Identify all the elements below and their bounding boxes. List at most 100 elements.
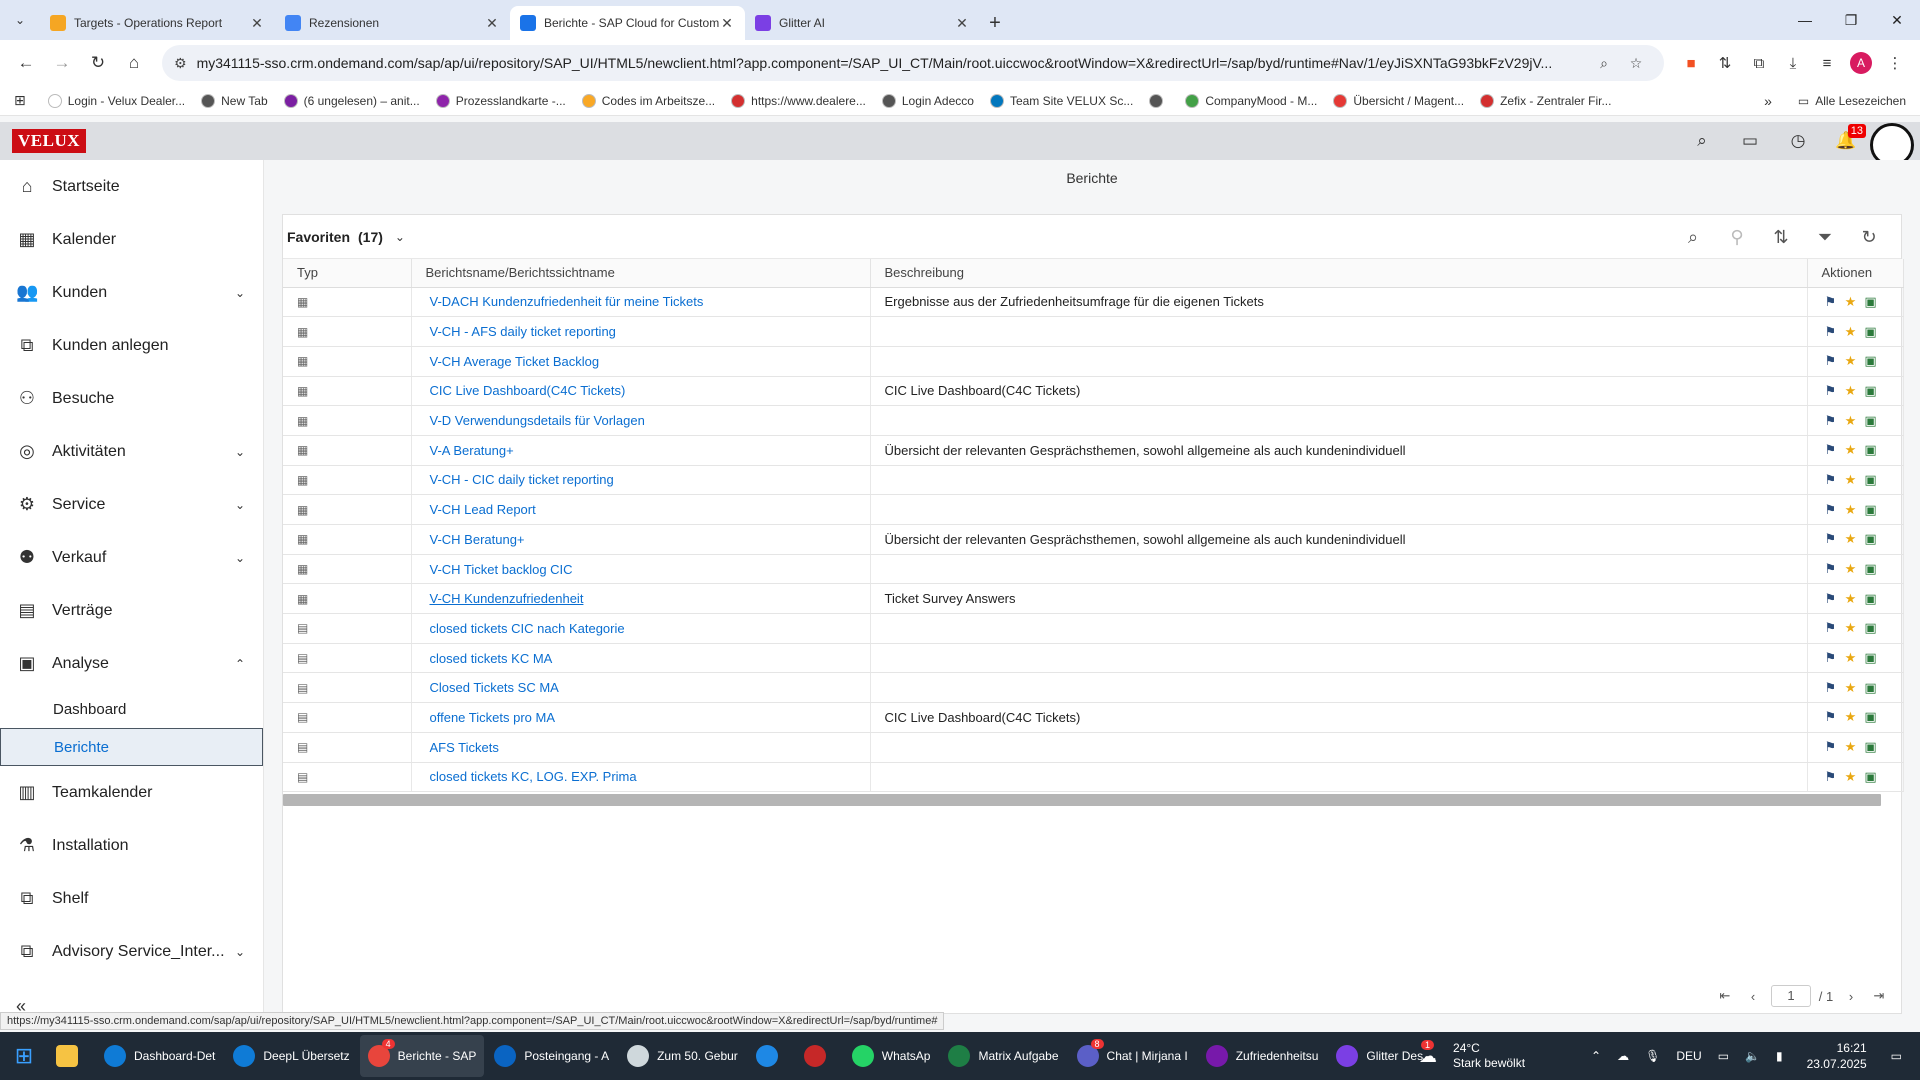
chevron-icon[interactable]: ⌄ xyxy=(235,551,245,565)
taskbar-app[interactable]: DeepL Übersetz xyxy=(225,1035,357,1077)
favorite-star-icon[interactable]: ★ xyxy=(1842,769,1860,785)
column-header[interactable]: Aktionen xyxy=(1807,259,1904,288)
flag-icon[interactable]: ⚑ xyxy=(1822,680,1840,696)
report-link[interactable]: V-CH Lead Report xyxy=(430,502,536,517)
bookmarks-more-icon[interactable]: » xyxy=(1764,93,1772,109)
chevron-icon[interactable]: ⌃ xyxy=(235,657,245,671)
restore-icon[interactable]: ❐ xyxy=(1828,0,1874,40)
minimize-icon[interactable]: — xyxy=(1782,0,1828,40)
bookmark-item[interactable]: Login - Velux Dealer... xyxy=(47,93,185,108)
notification-center-icon[interactable]: ▭ xyxy=(1891,1049,1902,1063)
table-row[interactable]: ▤ offene Tickets pro MA CIC Live Dashboard… xyxy=(283,702,1904,733)
home-icon[interactable]: ⌂ xyxy=(116,45,152,81)
favorite-star-icon[interactable]: ★ xyxy=(1842,502,1860,518)
table-row[interactable]: ▦ V-D Verwendungsdetails für Vorlagen ⚑ ★ ▣ xyxy=(283,405,1904,436)
favorite-star-icon[interactable]: ★ xyxy=(1842,353,1860,369)
open-in-excel-icon[interactable]: ▣ xyxy=(1862,561,1880,577)
tab-close-icon[interactable]: ✕ xyxy=(954,15,970,32)
taskbar-app[interactable]: Dashboard-Det xyxy=(96,1035,223,1077)
open-in-excel-icon[interactable]: ▣ xyxy=(1862,472,1880,488)
velux-logo[interactable]: VELUX xyxy=(12,129,87,153)
weather-icon[interactable]: ☁ 1 xyxy=(1419,1039,1437,1067)
report-link[interactable]: closed tickets KC, LOG. EXP. Prima xyxy=(430,769,637,784)
table-row[interactable]: ▦ V-CH - CIC daily ticket reporting ⚑ ★ ▣ xyxy=(283,465,1904,496)
table-row[interactable]: ▤ closed tickets KC, LOG. EXP. Prima ⚑ ★ ▣ xyxy=(283,762,1904,793)
table-row[interactable]: ▤ AFS Tickets ⚑ ★ ▣ xyxy=(283,732,1904,763)
flag-icon[interactable]: ⚑ xyxy=(1822,561,1840,577)
report-link[interactable]: CIC Live Dashboard(C4C Tickets) xyxy=(430,383,626,398)
column-header[interactable]: Beschreibung xyxy=(870,259,1808,288)
windows-start-icon[interactable]: ⊞ xyxy=(0,1032,48,1080)
report-link[interactable]: V-CH - AFS daily ticket reporting xyxy=(430,324,616,339)
taskbar-app[interactable] xyxy=(748,1035,794,1077)
bookmark-item[interactable]: CompanyMood - M... xyxy=(1185,93,1317,108)
taskbar-app[interactable]: Zufriedenheitsu xyxy=(1198,1035,1327,1077)
forward-icon[interactable]: → xyxy=(44,45,80,81)
report-link[interactable]: closed tickets KC MA xyxy=(430,651,553,666)
favorite-star-icon[interactable]: ★ xyxy=(1842,650,1860,666)
flag-icon[interactable]: ⚑ xyxy=(1822,769,1840,785)
open-in-excel-icon[interactable]: ▣ xyxy=(1862,531,1880,547)
favorite-star-icon[interactable]: ★ xyxy=(1842,442,1860,458)
taskbar-app[interactable]: WhatsAp xyxy=(844,1035,939,1077)
flag-icon[interactable]: ⚑ xyxy=(1822,739,1840,755)
bookmark-item[interactable]: Codes im Arbeitsze... xyxy=(581,93,715,108)
zoom-icon[interactable]: ⌕ xyxy=(1588,55,1620,72)
apps-grid-icon[interactable]: ⊞ xyxy=(14,92,26,109)
favorite-star-icon[interactable]: ★ xyxy=(1842,620,1860,636)
volume-icon[interactable]: 🔈 xyxy=(1745,1049,1760,1063)
flag-icon[interactable]: ⚑ xyxy=(1822,413,1840,429)
flag-icon[interactable]: ⚑ xyxy=(1822,383,1840,399)
extension-icon[interactable]: ⇅ xyxy=(1708,46,1742,80)
open-in-excel-icon[interactable]: ▣ xyxy=(1862,413,1880,429)
taskbar-app[interactable]: Zum 50. Gebur xyxy=(619,1035,746,1077)
sidebar-item-verträge[interactable]: ▤ Verträge xyxy=(0,584,263,637)
open-in-excel-icon[interactable]: ▣ xyxy=(1862,739,1880,755)
microsoft-extension-icon[interactable]: ■ xyxy=(1674,46,1708,80)
network-icon[interactable]: ▭ xyxy=(1718,1049,1729,1063)
site-info-icon[interactable]: ⚙ xyxy=(174,55,187,72)
sidebar-item-kunden[interactable]: 👥 Kunden ⌄ xyxy=(0,266,263,319)
open-in-excel-icon[interactable]: ▣ xyxy=(1862,650,1880,666)
browser-tab[interactable]: Berichte - SAP Cloud for Custom ✕ xyxy=(510,6,745,40)
notification-bell-icon[interactable]: 🔔 13 xyxy=(1822,122,1870,160)
tab-close-icon[interactable]: ✕ xyxy=(484,15,500,32)
sidebar-subitem-dashboard[interactable]: Dashboard xyxy=(0,690,263,728)
media-icon[interactable]: ≡ xyxy=(1810,46,1844,80)
report-link[interactable]: V-CH Average Ticket Backlog xyxy=(430,354,600,369)
open-in-excel-icon[interactable]: ▣ xyxy=(1862,769,1880,785)
all-bookmarks-folder[interactable]: ▭ Alle Lesezeichen xyxy=(1798,94,1906,108)
favorite-star-icon[interactable]: ★ xyxy=(1842,294,1860,310)
favorite-star-icon[interactable]: ★ xyxy=(1842,413,1860,429)
column-header[interactable]: Berichtsname/Berichtssichtname xyxy=(411,259,871,288)
table-row[interactable]: ▦ V-CH Average Ticket Backlog ⚑ ★ ▣ xyxy=(283,346,1904,377)
sidebar-item-kunden-anlegen[interactable]: ⧉ Kunden anlegen xyxy=(0,319,263,372)
report-link[interactable]: V-CH Beratung+ xyxy=(430,532,525,547)
favorite-star-icon[interactable]: ★ xyxy=(1842,472,1860,488)
favorites-title[interactable]: Favoriten xyxy=(287,229,350,245)
flag-icon[interactable]: ⚑ xyxy=(1822,502,1840,518)
filter-icon[interactable]: ⏷ xyxy=(1803,227,1847,248)
table-row[interactable]: ▦ V-CH Lead Report ⚑ ★ ▣ xyxy=(283,494,1904,525)
search-icon[interactable]: ⌕ xyxy=(1678,122,1726,160)
sidebar-item-verkauf[interactable]: ⚉ Verkauf ⌄ xyxy=(0,531,263,584)
sidebar-item-startseite[interactable]: ⌂ Startseite xyxy=(0,160,263,213)
taskbar-app[interactable]: Matrix Aufgabe xyxy=(940,1035,1066,1077)
close-window-icon[interactable]: ✕ xyxy=(1874,0,1920,40)
chevron-icon[interactable]: ⌄ xyxy=(235,498,245,512)
download-icon[interactable]: ⤓ xyxy=(1776,46,1810,80)
favorite-star-icon[interactable]: ★ xyxy=(1842,531,1860,547)
report-link[interactable]: V-CH Kundenzufriedenheit xyxy=(430,591,584,606)
back-icon[interactable]: ← xyxy=(8,45,44,81)
prev-page-icon[interactable]: ‹ xyxy=(1739,989,1767,1004)
open-in-excel-icon[interactable]: ▣ xyxy=(1862,383,1880,399)
tray-chevron-icon[interactable]: ⌃ xyxy=(1591,1049,1601,1063)
table-row[interactable]: ▦ V-CH Ticket backlog CIC ⚑ ★ ▣ xyxy=(283,554,1904,585)
taskbar-app[interactable] xyxy=(796,1035,842,1077)
first-page-icon[interactable]: ⇤ xyxy=(1711,988,1739,1004)
page-number-input[interactable]: 1 xyxy=(1771,985,1811,1007)
refresh-icon[interactable]: ↻ xyxy=(1847,227,1891,248)
report-link[interactable]: AFS Tickets xyxy=(430,740,499,755)
taskbar-app[interactable]: 8 Chat | Mirjana I xyxy=(1069,1035,1196,1077)
bookmark-item[interactable]: Zefix - Zentraler Fir... xyxy=(1480,93,1611,108)
